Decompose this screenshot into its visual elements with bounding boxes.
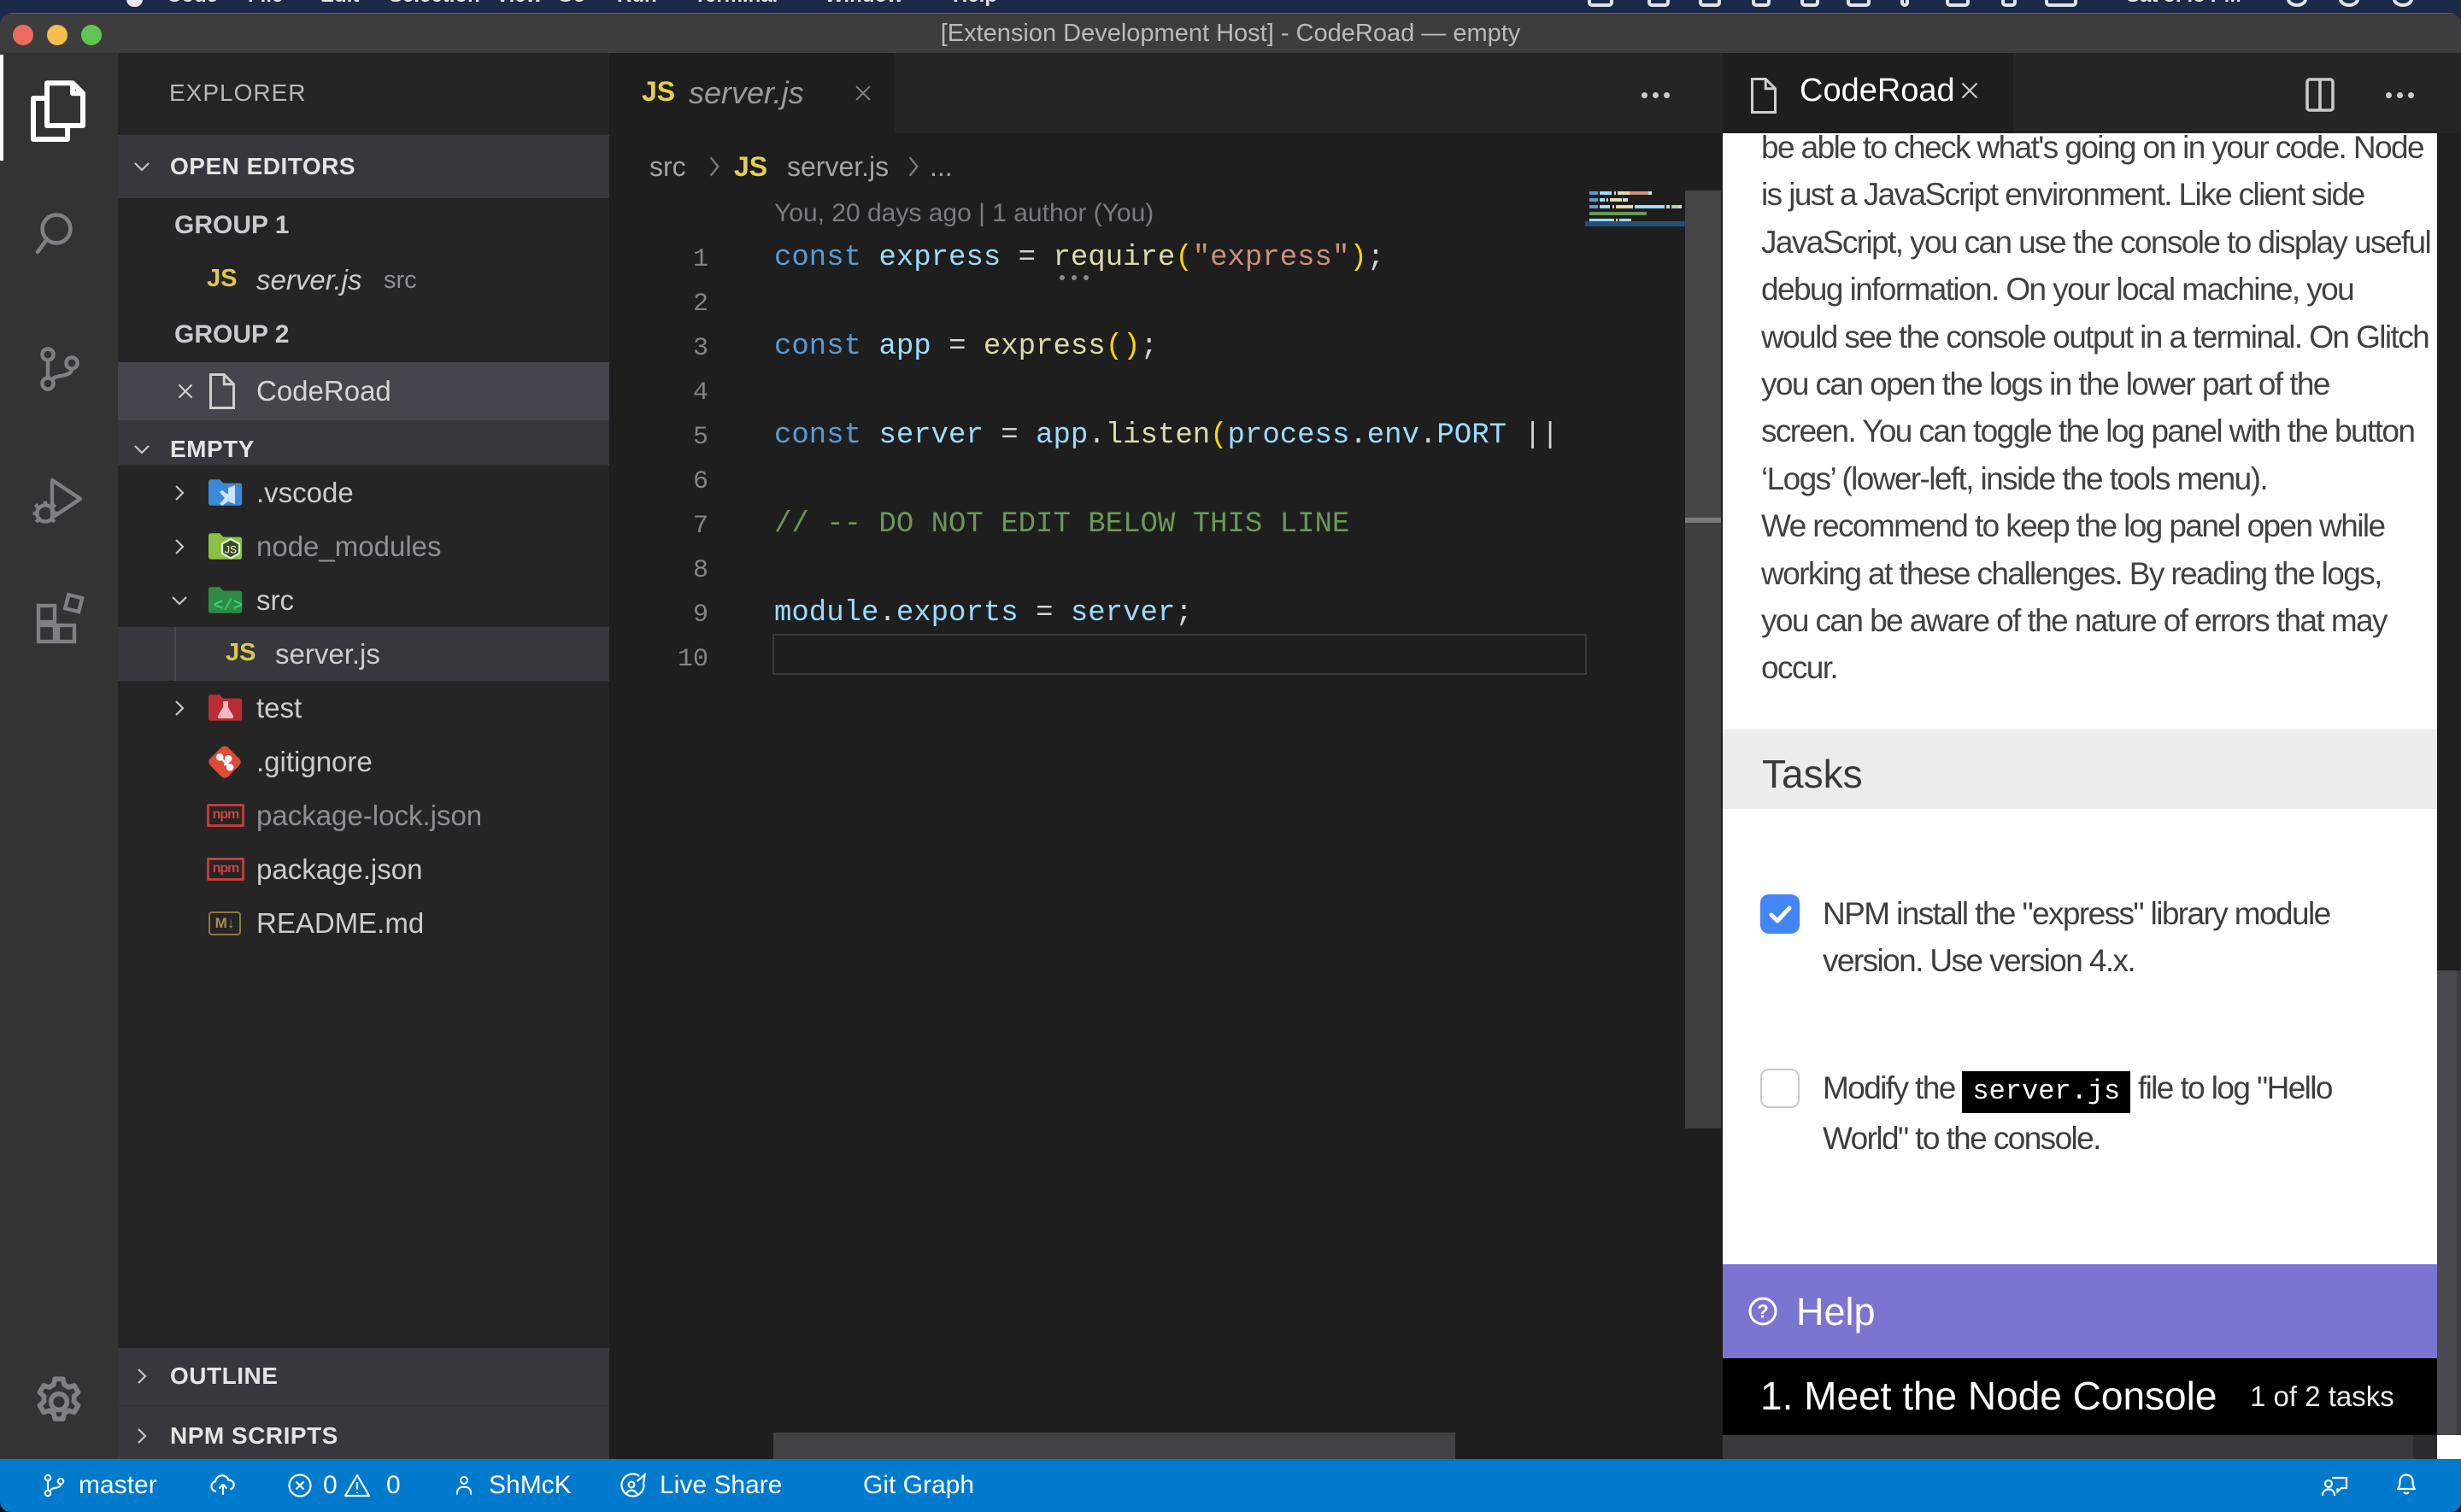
svg-text:</>: </> bbox=[214, 596, 243, 615]
svg-text:JS: JS bbox=[225, 543, 237, 555]
svg-text:?: ? bbox=[1757, 1301, 1768, 1322]
